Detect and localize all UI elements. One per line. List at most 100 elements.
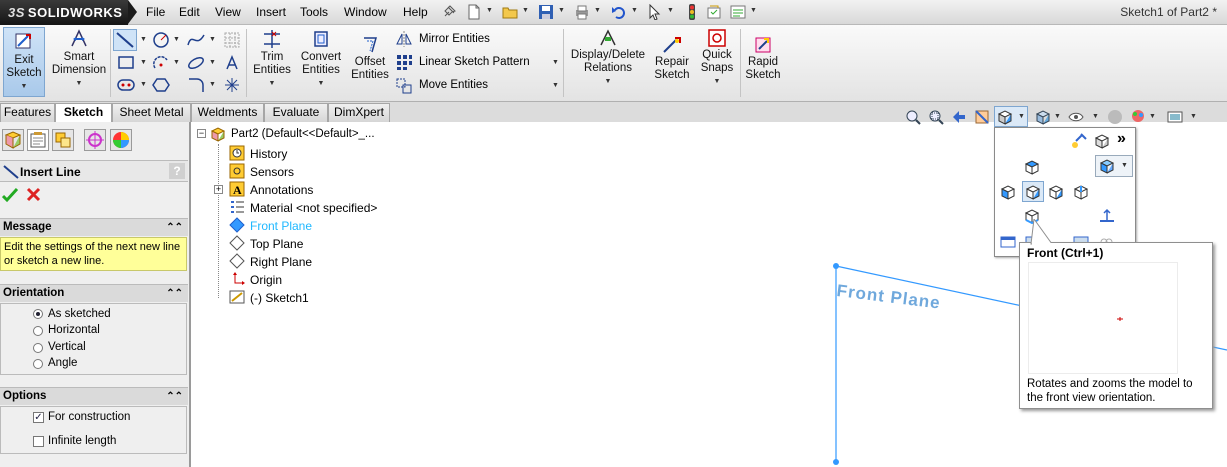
display-style-dropdown-icon[interactable]: ▼ xyxy=(1054,113,1061,120)
plane-corner-point[interactable] xyxy=(833,459,839,465)
mirror-entities-label[interactable]: Mirror Entities xyxy=(419,33,490,45)
ellipse-dropdown-icon[interactable]: ▼ xyxy=(209,59,216,66)
tab-evaluate[interactable]: Evaluate xyxy=(264,103,328,122)
quick-snaps-button[interactable]: Quick Snaps ▼ xyxy=(698,28,736,88)
front-view-button[interactable] xyxy=(1022,181,1044,202)
line-dropdown-icon[interactable]: ▼ xyxy=(140,36,147,43)
menu-insert[interactable]: Insert xyxy=(256,5,286,19)
rectangle-tool-icon[interactable] xyxy=(116,54,136,72)
fillet-tool-icon[interactable] xyxy=(186,76,206,94)
trim-dropdown-icon[interactable]: ▼ xyxy=(250,77,294,90)
radio-angle[interactable] xyxy=(33,359,43,369)
move-dropdown-icon[interactable]: ▼ xyxy=(552,82,559,89)
new-document-icon[interactable] xyxy=(466,4,482,20)
menu-edit[interactable]: Edit xyxy=(179,5,200,19)
view-selector-icon[interactable] xyxy=(1071,133,1087,149)
view-orientation-button[interactable]: ▼ xyxy=(994,106,1028,127)
options-section-header[interactable]: Options ⌃⌃ xyxy=(0,387,188,405)
menu-window[interactable]: Window xyxy=(344,5,387,19)
new-dropdown-icon[interactable]: ▼ xyxy=(486,7,502,23)
text-tool-icon[interactable] xyxy=(223,54,241,72)
help-button[interactable]: ? xyxy=(169,163,185,179)
property-manager-tab[interactable] xyxy=(27,129,49,151)
mirror-entities-icon[interactable] xyxy=(395,30,413,48)
angle-label[interactable]: Angle xyxy=(48,357,77,369)
for-construction-label[interactable]: For construction xyxy=(48,411,130,423)
smart-dimension-button[interactable]: Smart Dimension ▼ xyxy=(50,28,108,90)
arc-dropdown-icon[interactable]: ▼ xyxy=(173,59,180,66)
previous-view-icon[interactable] xyxy=(951,109,967,125)
view-settings-icon[interactable] xyxy=(1167,109,1183,125)
right-view-icon[interactable] xyxy=(1048,184,1064,200)
exit-sketch-dropdown-icon[interactable]: ▼ xyxy=(4,80,44,93)
move-entities-label[interactable]: Move Entities xyxy=(419,79,488,91)
display-style-icon[interactable] xyxy=(1035,109,1051,125)
rapid-sketch-button[interactable]: Rapid Sketch xyxy=(744,35,782,82)
rectangle-dropdown-icon[interactable]: ▼ xyxy=(140,59,147,66)
hide-show-dropdown-icon[interactable]: ▼ xyxy=(1092,113,1099,120)
radio-vertical[interactable] xyxy=(33,343,43,353)
plane-corner-point[interactable] xyxy=(833,263,839,269)
collapse-chevron-icon[interactable]: ⌃⌃ xyxy=(166,219,183,236)
ellipse-tool-icon[interactable] xyxy=(186,54,206,72)
infinite-length-checkbox[interactable] xyxy=(33,436,44,447)
vertical-label[interactable]: Vertical xyxy=(48,341,86,353)
hide-show-items-icon[interactable] xyxy=(1068,109,1084,125)
as-sketched-label[interactable]: As sketched xyxy=(48,308,111,320)
orientation-section-header[interactable]: Orientation ⌃⌃ xyxy=(0,284,188,302)
feature-manager-tab[interactable] xyxy=(2,129,24,151)
tab-weldments[interactable]: Weldments xyxy=(191,103,264,122)
message-section-header[interactable]: Message ⌃⌃ xyxy=(0,218,188,236)
more-views-button[interactable]: » xyxy=(1117,130,1126,148)
configuration-manager-tab[interactable] xyxy=(52,129,74,151)
undo-dropdown-icon[interactable]: ▼ xyxy=(631,7,647,23)
radio-horizontal[interactable] xyxy=(33,326,43,336)
save-icon[interactable] xyxy=(538,4,554,20)
left-view-icon[interactable] xyxy=(1000,184,1016,200)
menu-view[interactable]: View xyxy=(215,5,241,19)
tab-sketch[interactable]: Sketch xyxy=(55,103,112,123)
horizontal-label[interactable]: Horizontal xyxy=(48,324,100,336)
isometric-dropdown-icon[interactable]: ▼ xyxy=(1121,162,1128,169)
tab-sheet-metal[interactable]: Sheet Metal xyxy=(112,103,191,122)
options-dropdown-icon[interactable]: ▼ xyxy=(750,7,766,23)
view-orientation-dropdown-icon[interactable]: ▼ xyxy=(1018,113,1025,120)
line-tool-button[interactable] xyxy=(113,29,137,51)
open-folder-icon[interactable] xyxy=(502,4,518,20)
dimxpert-manager-tab[interactable] xyxy=(84,129,106,151)
tab-dimxpert[interactable]: DimXpert xyxy=(328,103,390,122)
print-icon[interactable] xyxy=(574,4,590,20)
repair-sketch-button[interactable]: Repair Sketch xyxy=(651,35,693,82)
convert-entities-button[interactable]: Convert Entities ▼ xyxy=(298,28,344,90)
collapse-chevron-icon[interactable]: ⌃⌃ xyxy=(166,285,183,302)
zoom-to-area-icon[interactable] xyxy=(928,109,944,125)
apply-scene-dropdown-icon[interactable]: ▼ xyxy=(1149,113,1156,120)
file-properties-icon[interactable] xyxy=(706,4,722,20)
move-entities-icon[interactable] xyxy=(395,77,413,95)
menu-tools[interactable]: Tools xyxy=(300,5,328,19)
trim-entities-button[interactable]: Trim Entities ▼ xyxy=(250,28,294,90)
menu-help[interactable]: Help xyxy=(403,5,428,19)
options-icon[interactable] xyxy=(730,4,746,20)
relations-dropdown-icon[interactable]: ▼ xyxy=(569,75,647,88)
single-view-icon[interactable] xyxy=(1000,234,1016,250)
smart-dimension-dropdown-icon[interactable]: ▼ xyxy=(50,77,108,90)
offset-entities-button[interactable]: Offset Entities xyxy=(349,35,391,82)
solidworks-logo[interactable]: 3S SOLIDWORKS xyxy=(0,0,137,25)
arc-tool-icon[interactable] xyxy=(152,54,170,72)
menu-file[interactable]: File xyxy=(146,5,165,19)
normal-to-icon[interactable] xyxy=(1099,208,1115,224)
linear-sketch-pattern-label[interactable]: Linear Sketch Pattern xyxy=(419,56,530,68)
back-view-icon[interactable] xyxy=(1073,184,1089,200)
exit-sketch-button[interactable]: Exit Sketch ▼ xyxy=(3,27,45,97)
spline-dropdown-icon[interactable]: ▼ xyxy=(209,36,216,43)
display-manager-tab[interactable] xyxy=(110,129,132,151)
quick-snaps-dropdown-icon[interactable]: ▼ xyxy=(698,75,736,88)
grid-snap-icon[interactable] xyxy=(223,31,241,49)
save-dropdown-icon[interactable]: ▼ xyxy=(558,7,574,23)
point-tool-icon[interactable] xyxy=(223,76,241,94)
linear-sketch-pattern-icon[interactable] xyxy=(395,53,413,71)
convert-dropdown-icon[interactable]: ▼ xyxy=(298,77,344,90)
ok-checkmark-icon[interactable] xyxy=(2,187,18,203)
circle-tool-icon[interactable] xyxy=(152,31,170,49)
